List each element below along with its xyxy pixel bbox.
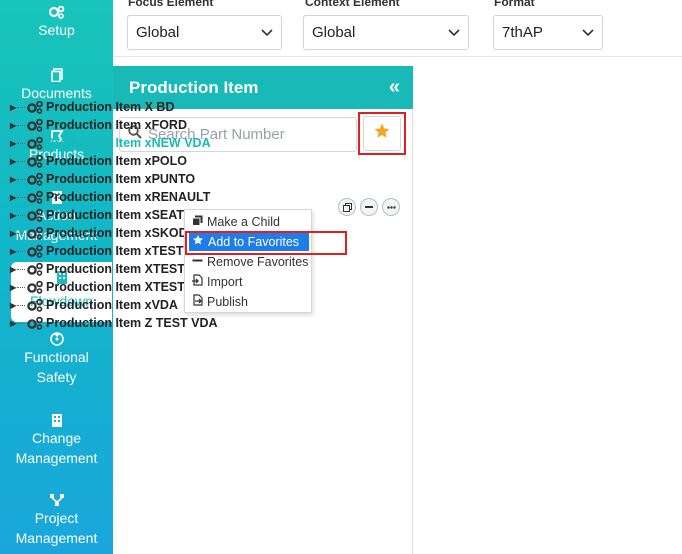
tree-node[interactable]: ▶ Production Item xPOLO [10,152,290,170]
tree-node-label: Production Item XTEST12 [46,280,199,294]
expand-caret-icon[interactable]: ▶ [10,283,16,292]
focus-element-label: Focus Element [128,0,214,9]
publish-icon [192,294,203,309]
menu-item-label: Import [207,274,243,289]
add-to-favorites-highlight-box [185,231,347,255]
tree-node-label: Production Item X BD [46,100,175,114]
sidebar-item-change-management[interactable]: Change Management [0,412,113,476]
sidebar-item-label: Change Management [15,430,98,466]
context-element-value: Global [312,24,356,41]
expand-caret-icon[interactable]: ▶ [10,157,16,166]
format-value: 7thAP [502,24,543,41]
context-menu: Make a Child Add to Favorites Remove Fav… [184,209,312,313]
sidebar-item-label: Functional Safety [24,349,89,385]
expand-caret-icon[interactable]: ▶ [10,229,16,238]
tree-node[interactable]: ▶ Production Item xRENAULT [10,188,290,206]
menu-item-label: Make a Child [207,214,280,229]
collapse-panel-icon[interactable]: « [389,76,400,99]
tree-node-label: Production Item xVDA [46,298,178,312]
building-icon [49,412,65,428]
star-icon [373,122,391,145]
sidebar-item-label: Setup [38,22,75,38]
sidebar-item-setup[interactable]: Setup [0,4,113,50]
context-element-label: Context Element [305,0,400,9]
expand-caret-icon[interactable]: ▶ [10,301,16,310]
chevron-down-icon [261,24,273,41]
tree-node[interactable]: ▶ Production Item xFORD [10,116,290,134]
app-root: Setup Documents Products Action Manageme… [0,0,682,554]
gears-icon [26,207,44,223]
sidebar-item-label: Project Management [15,510,98,546]
chevron-down-icon [448,24,460,41]
tree-node-label: Production Item xRENAULT [46,190,211,204]
expand-caret-icon[interactable]: ▶ [10,193,16,202]
radiation-icon [49,331,65,347]
expand-caret-icon[interactable]: ▶ [10,247,16,256]
gears-icon [26,279,44,295]
row-actions [338,198,400,216]
gears-icon [26,153,44,169]
hierarchy-icon [49,492,65,508]
gears-icon [26,243,44,259]
gears-icon [26,171,44,187]
tree-node-label: Production Item xSEAT [46,208,184,222]
expand-caret-icon[interactable]: ▶ [10,175,16,184]
import-icon [192,274,203,289]
tree-node-label: Production Item Z TEST VDA [46,316,218,330]
documents-icon [49,67,65,83]
remove-node-button[interactable] [360,198,378,216]
expand-caret-icon[interactable]: ▶ [10,319,16,328]
tree-node-label: Production Item xTEST08 [46,244,198,258]
menu-item-label: Remove Favorites [207,254,309,269]
gears-icon [26,315,44,331]
copy-icon [192,215,203,229]
gears-icon [26,261,44,277]
sidebar-item-project-management[interactable]: Project Management [0,492,113,554]
more-options-button[interactable] [382,198,400,216]
focus-element-value: Global [136,24,180,41]
tree-node[interactable]: ▶ Production Item xPUNTO [10,170,290,188]
filter-bar: Focus Element Global Context Element Glo… [113,0,682,57]
minus-icon [192,255,203,269]
sidebar-item-functional-safety[interactable]: Functional Safety [0,331,113,395]
tree-node[interactable]: ▶ Production Item X BD [10,98,290,116]
tree-node-label: Production Item xSKODA [46,226,197,240]
expand-caret-icon[interactable]: ▶ [10,121,16,130]
menu-item-import[interactable]: Import [189,272,309,291]
gears-icon [26,99,44,115]
favorites-button[interactable] [363,116,401,151]
tree-node-label: Production Item XTEST100 [46,262,206,276]
panel-title: Production Item [129,77,259,97]
gears-icon [26,117,44,133]
gears-icon [26,189,44,205]
tree-node[interactable]: ▶ Production Item Z TEST VDA [10,314,290,332]
gears-icon [48,4,65,20]
gears-icon [26,297,44,313]
copy-node-button[interactable] [338,198,356,216]
tree-node-label: Production Item xNEW VDA [46,136,211,150]
tree-node-label: Production Item xPUNTO [46,172,196,186]
chevron-down-icon [582,24,594,41]
expand-caret-icon[interactable]: ▶ [10,139,16,148]
expand-caret-icon[interactable]: ▶ [10,265,16,274]
format-select[interactable]: 7thAP [493,15,603,50]
focus-element-select[interactable]: Global [127,15,282,50]
tree-node-label: Production Item xFORD [46,118,187,132]
menu-item-publish[interactable]: Publish [189,292,309,311]
tree-node-label: Production Item xPOLO [46,154,187,168]
menu-item-label: Publish [207,294,248,309]
menu-item-make-a-child[interactable]: Make a Child [189,212,309,231]
tree-node[interactable]: ▶ Production Item xNEW VDA [10,134,290,152]
context-element-select[interactable]: Global [303,15,469,50]
gears-icon [26,225,44,241]
expand-caret-icon[interactable]: ▶ [10,103,16,112]
expand-caret-icon[interactable]: ▶ [10,211,16,220]
format-label: Format [494,0,535,9]
favorites-highlight-box [358,112,406,155]
gears-icon [26,135,44,151]
